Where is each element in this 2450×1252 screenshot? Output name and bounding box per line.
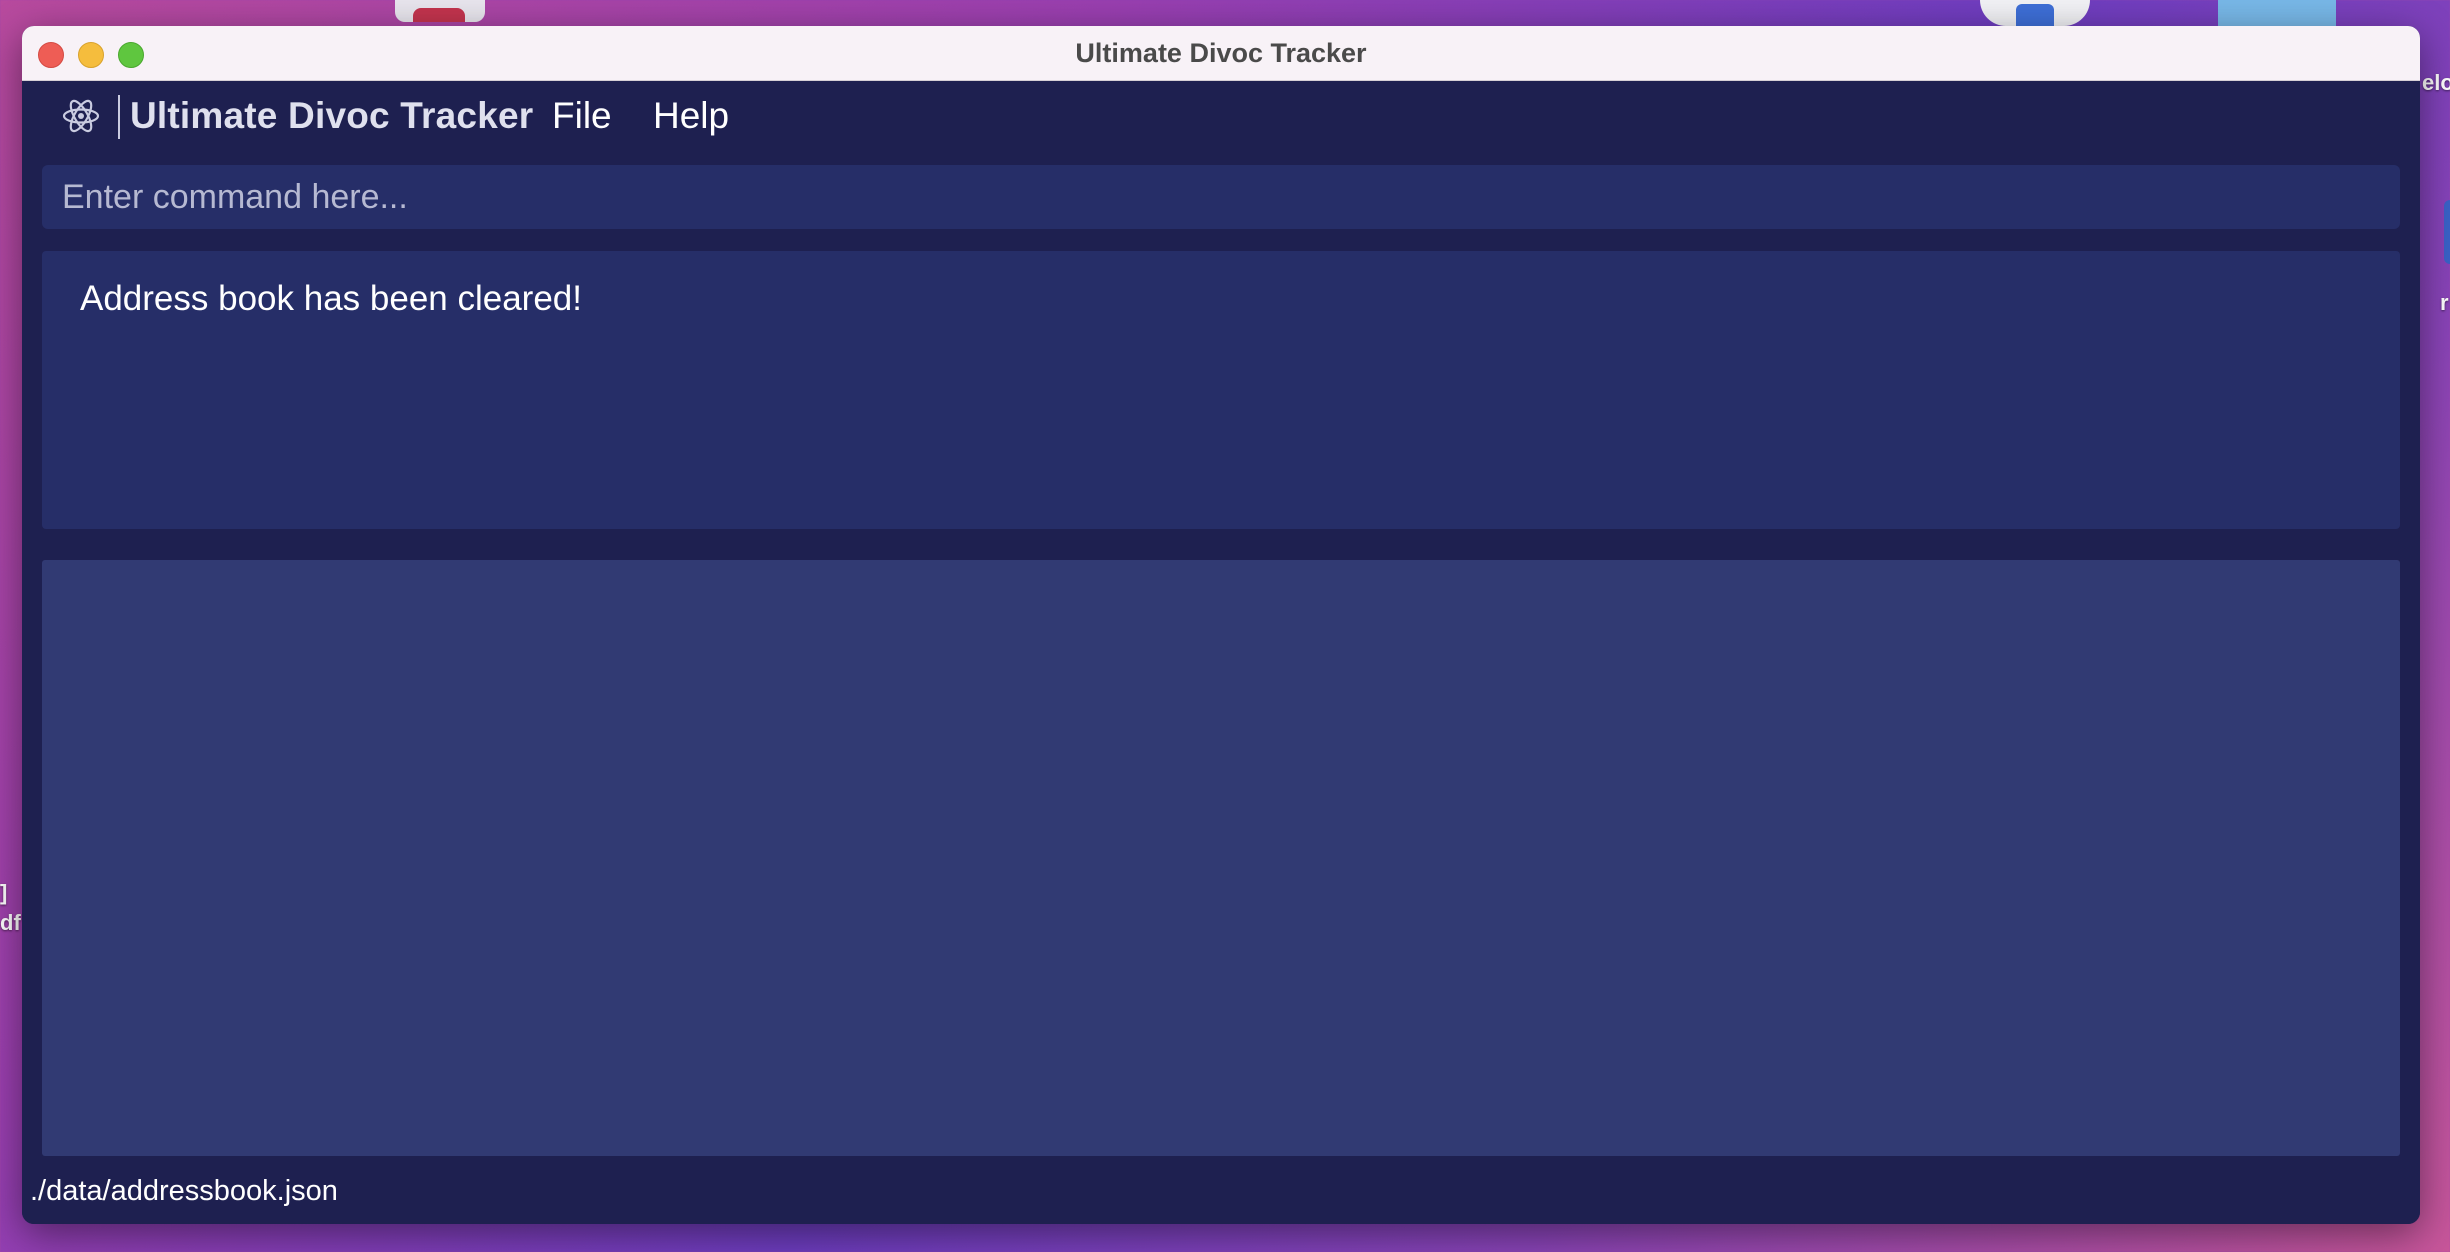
menu-file[interactable]: File (552, 91, 612, 141)
menu-help[interactable]: Help (653, 91, 729, 141)
desktop-label: ] (0, 880, 8, 905)
desktop-label: elo (2422, 70, 2450, 95)
command-box (42, 165, 2400, 229)
desktop-app-icon-partial (1980, 0, 2090, 26)
logo-divider (118, 95, 120, 139)
app-logo-text: Ultimate Divoc Tracker (130, 95, 534, 136)
desktop-label: r (2440, 290, 2449, 315)
status-file-path: ./data/addressbook.json (30, 1175, 338, 1207)
desktop-folder-icon-partial (2218, 0, 2336, 26)
app-content: Ultimate Divoc Tracker File Help Address… (22, 81, 2420, 1224)
result-message: Address book has been cleared! (80, 279, 582, 318)
app-window: Ultimate Divoc Tracker Ultimate Divoc Tr… (22, 26, 2420, 1224)
desktop-label: df (0, 910, 21, 935)
result-display[interactable]: Address book has been cleared! (42, 251, 2400, 529)
window-titlebar[interactable]: Ultimate Divoc Tracker (22, 26, 2420, 81)
desktop-item-partial (2444, 200, 2450, 264)
desktop-app-icon-partial (395, 0, 485, 22)
person-list-panel[interactable] (42, 560, 2400, 1156)
atom-logo-icon (62, 99, 100, 133)
window-title: Ultimate Divoc Tracker (1075, 38, 1367, 68)
command-input[interactable] (42, 165, 2400, 229)
menu-bar: Ultimate Divoc Tracker File Help (22, 81, 2420, 151)
